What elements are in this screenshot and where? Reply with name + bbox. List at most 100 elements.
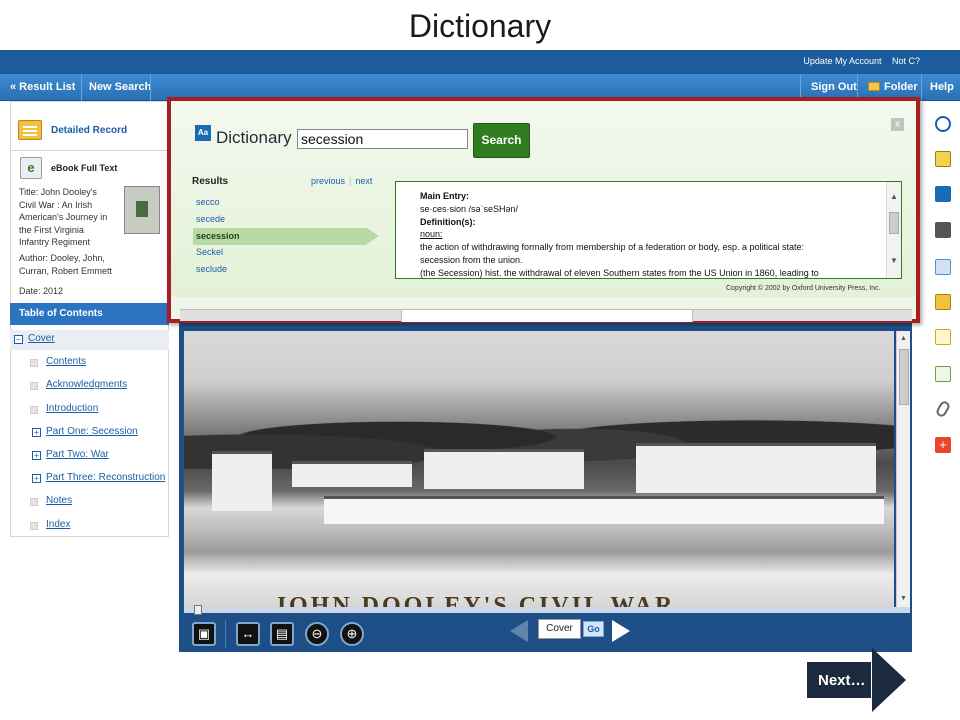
page-photo-building: [292, 461, 412, 487]
dictionary-logo-icon: Aa: [195, 125, 211, 141]
fit-width-button[interactable]: ↔: [236, 622, 260, 646]
page-photo-fence: [324, 496, 884, 524]
dictionary-result-item[interactable]: secede: [193, 211, 367, 228]
scroll-down-arrow-icon[interactable]: ▼: [890, 256, 898, 265]
next-slide-label: Next…: [818, 672, 866, 689]
pronunciation: se·ces·sion /səˈseSHən/: [420, 203, 519, 214]
toc-item[interactable]: Part One: Secession: [46, 426, 138, 437]
nav-divider: [150, 74, 151, 101]
share-plus-icon[interactable]: +: [935, 437, 951, 453]
toc-item[interactable]: Acknowledgments: [46, 379, 127, 390]
fullscreen-button[interactable]: ▣: [192, 622, 216, 646]
book-title-line: Civil War : An Irish: [19, 199, 93, 210]
save-folder-icon[interactable]: [935, 294, 951, 310]
previous-link[interactable]: previous: [311, 176, 345, 186]
scroll-down-arrow-icon[interactable]: ▼: [900, 595, 907, 602]
toc-item[interactable]: Contents: [46, 356, 86, 367]
help-link[interactable]: Help: [922, 74, 960, 101]
book-title: Title: John Dooley's Civil War : An Iris…: [19, 186, 107, 249]
scroll-thumb[interactable]: [899, 349, 909, 405]
detailed-record-link[interactable]: Detailed Record: [18, 120, 168, 142]
entry-scroll-thumb[interactable]: [889, 212, 899, 234]
dictionary-entry-panel[interactable]: Main Entry: se·ces·sion /səˈseSHən/ Defi…: [395, 181, 902, 279]
entry-scrollbar[interactable]: ▲ ▼: [886, 182, 901, 278]
update-account-link[interactable]: Update My Account: [803, 56, 881, 66]
next-arrow-icon: [872, 648, 906, 712]
page-caption: JOHN DOOLEY'S CIVIL WAR: [274, 593, 676, 607]
page-slider[interactable]: [184, 605, 910, 615]
export-icon[interactable]: [935, 366, 951, 382]
dictionary-tool-icon[interactable]: [935, 186, 951, 202]
toc-item[interactable]: Notes: [46, 495, 72, 506]
zoom-out-icon: ⊖: [311, 626, 323, 641]
next-page-arrow-icon[interactable]: [612, 620, 630, 642]
page-photo-building: [212, 451, 272, 511]
toc-item[interactable]: Index: [46, 519, 70, 530]
toc-bullet-icon: [30, 522, 38, 530]
fit-page-button[interactable]: ▤: [270, 622, 294, 646]
folder-icon: [868, 82, 880, 91]
page-slider-knob[interactable]: [194, 605, 202, 615]
dictionary-result-item[interactable]: secession: [193, 228, 379, 245]
page-image: JOHN DOOLEY'S CIVIL WAR: [184, 331, 894, 607]
next-link[interactable]: next: [355, 176, 372, 186]
next-slide-button[interactable]: Next…: [806, 648, 906, 712]
previous-page-arrow-icon[interactable]: [510, 620, 528, 642]
book-title-line: American's Journey in: [19, 212, 108, 222]
page-photo-building: [424, 449, 584, 489]
book-author: Author: Dooley, John, Curran, Robert Emm…: [19, 252, 112, 277]
dictionary-search-button[interactable]: Search: [473, 123, 530, 158]
collapse-icon[interactable]: −: [14, 335, 23, 344]
toc-bullet-icon: [30, 382, 38, 390]
toc-item[interactable]: Introduction: [46, 403, 98, 414]
search-within-icon[interactable]: [935, 116, 951, 132]
cite-icon[interactable]: [935, 329, 951, 345]
zoom-out-button[interactable]: ⊖: [305, 622, 329, 646]
permalink-icon[interactable]: [934, 399, 952, 419]
ebook-full-text-label[interactable]: eBook Full Text: [51, 163, 117, 173]
viewer-vertical-scrollbar[interactable]: ▲ ▼: [896, 331, 910, 607]
close-icon[interactable]: x: [891, 118, 904, 131]
definition-continued: (the Secession) hist. the withdrawal of …: [420, 267, 819, 278]
print-icon[interactable]: [935, 222, 951, 238]
toc-item[interactable]: Part Three: Reconstruction: [46, 472, 165, 483]
toolbar-divider: [225, 620, 226, 648]
toc-bullet-icon: [30, 498, 38, 506]
definition-text: the action of withdrawing formally from …: [420, 242, 805, 253]
page-number-input[interactable]: Cover: [538, 619, 581, 639]
book-title-line: Title: John Dooley's: [19, 187, 97, 197]
result-list-link[interactable]: « Result List: [2, 74, 83, 101]
dictionary-search-input[interactable]: secession: [297, 129, 468, 149]
fit-page-icon: ▤: [275, 626, 289, 641]
toc-header: Table of Contents: [10, 303, 169, 325]
book-title-line: Infantry Regiment: [19, 237, 91, 247]
scroll-up-arrow-icon[interactable]: ▲: [900, 335, 907, 342]
dictionary-result-item[interactable]: secco: [193, 194, 367, 211]
scroll-up-arrow-icon[interactable]: ▲: [890, 192, 898, 201]
toc-item[interactable]: Part Two: War: [46, 449, 109, 460]
book-author-line: Author: Dooley, John,: [19, 253, 105, 263]
toc-bullet-icon: [30, 406, 38, 414]
new-search-link[interactable]: New Search: [81, 74, 159, 101]
definitions-label: Definition(s):: [420, 216, 476, 227]
book-title-line: the First Virginia: [19, 224, 84, 235]
detailed-record-label: Detailed Record: [51, 125, 128, 136]
not-c-link[interactable]: Not C?: [892, 56, 920, 66]
toc-item[interactable]: Cover: [28, 333, 55, 344]
go-button[interactable]: Go: [583, 621, 604, 637]
dictionary-title: Dictionary: [216, 128, 292, 147]
zoom-in-button[interactable]: ⊕: [340, 622, 364, 646]
book-date: Date: 2012: [19, 286, 64, 296]
zoom-in-icon: ⊕: [346, 626, 358, 641]
expand-icon[interactable]: +: [32, 474, 41, 483]
part-of-speech: noun:: [420, 229, 443, 240]
dictionary-result-item[interactable]: Seckel: [193, 244, 367, 261]
dictionary-entry-text: Main Entry: se·ces·sion /səˈseSHən/ Defi…: [420, 190, 880, 278]
expand-icon[interactable]: +: [32, 428, 41, 437]
dictionary-result-item[interactable]: seclude: [193, 261, 367, 278]
picture-icon[interactable]: [935, 151, 951, 167]
book-cover-thumbnail[interactable]: [124, 186, 160, 234]
expand-icon[interactable]: +: [32, 451, 41, 460]
email-icon[interactable]: [935, 259, 951, 275]
folder-label: Folder: [884, 81, 918, 93]
